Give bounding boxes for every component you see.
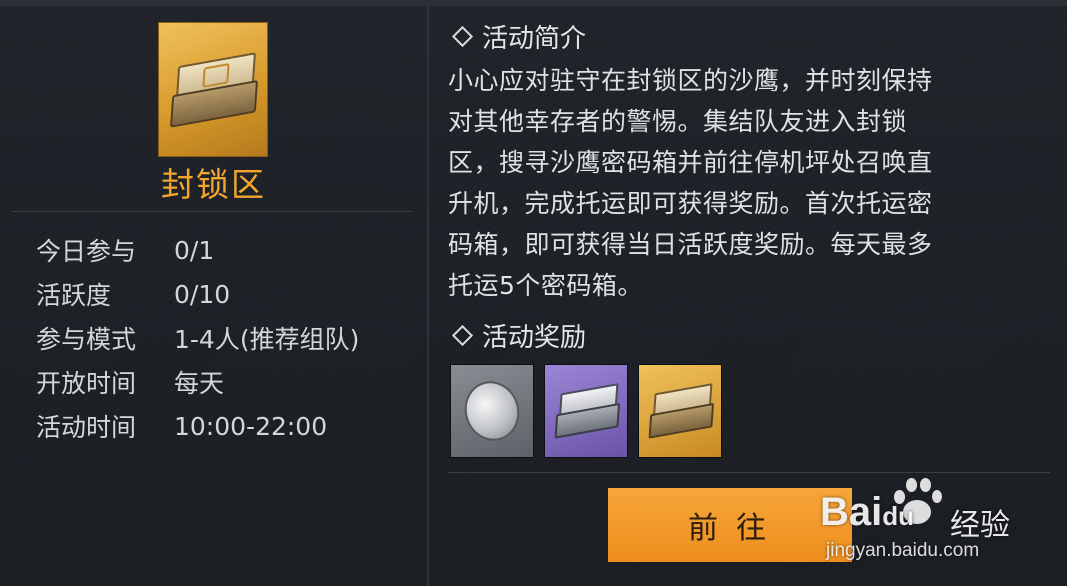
stat-label: 参与模式 <box>36 325 137 354</box>
stat-activity-time: 活动时间 10:00-22:00 <box>36 404 359 448</box>
intro-line: 托运5个密码箱。 <box>448 271 643 300</box>
stat-label: 活动时间 <box>36 413 137 442</box>
stat-activity-points: 活跃度 0/10 <box>36 272 359 316</box>
intro-description: 小心应对驻守在封锁区的沙鹰，并时刻保持 对其他幸存者的警惕。集结队友进入封锁 区… <box>448 60 1048 306</box>
stat-open-time: 开放时间 每天 <box>36 360 359 404</box>
baidu-jingyan-watermark: Baidu 经验 jingyan.baidu.com <box>820 470 1060 580</box>
stat-today-participation: 今日参与 0/1 <box>36 228 359 272</box>
silver-coin-icon <box>457 374 527 448</box>
gold-crate-icon <box>158 22 268 157</box>
intro-title: 活动简介 <box>482 24 587 54</box>
rewards-title: 活动奖励 <box>482 323 587 353</box>
diamond-bullet-icon <box>451 324 474 347</box>
stat-label: 今日参与 <box>36 237 137 266</box>
stat-value: 10:00-22:00 <box>174 411 328 441</box>
stat-value: 1-4人(推荐组队) <box>174 325 360 354</box>
activity-name: 封锁区 <box>161 165 266 204</box>
intro-line: 码箱，即可获得当日活跃度奖励。每天最多 <box>448 230 933 259</box>
activity-stats: 今日参与 0/1 活跃度 0/10 参与模式 1-4人(推荐组队) 开放时间 每… <box>36 228 359 448</box>
divider <box>12 211 412 212</box>
panel-divider <box>427 6 429 586</box>
reward-list <box>450 364 722 458</box>
reward-item[interactable] <box>638 364 722 458</box>
go-button[interactable]: 前往 <box>608 488 852 562</box>
stat-label: 开放时间 <box>36 369 137 398</box>
stat-value: 每天 <box>174 369 225 398</box>
diamond-bullet-icon <box>451 25 474 48</box>
baidu-brand: Baidu <box>820 490 915 534</box>
intro-line: 升机，完成托运即可获得奖励。首次托运密 <box>448 189 933 218</box>
silver-crate-icon <box>554 383 621 439</box>
stat-value: 0/10 <box>174 279 231 309</box>
intro-line: 区，搜寻沙鹰密码箱并前往停机坪处召唤直 <box>448 148 933 177</box>
intro-heading: 活动简介 <box>451 18 587 55</box>
activity-summary-panel: 封锁区 今日参与 0/1 活跃度 0/10 参与模式 1-4人(推荐组队) 开放… <box>0 6 427 586</box>
jingyan-label: 经验 <box>950 508 1010 543</box>
reward-item[interactable] <box>450 364 534 458</box>
stat-label: 活跃度 <box>36 281 112 310</box>
watermark-url: jingyan.baidu.com <box>826 540 980 561</box>
stat-mode: 参与模式 1-4人(推荐组队) <box>36 316 359 360</box>
reward-item[interactable] <box>544 364 628 458</box>
stat-value: 0/1 <box>174 235 215 265</box>
rewards-heading: 活动奖励 <box>451 317 587 354</box>
intro-line: 对其他幸存者的警惕。集结队友进入封锁 <box>448 107 908 136</box>
gold-crate-icon <box>648 383 715 439</box>
intro-line: 小心应对驻守在封锁区的沙鹰，并时刻保持 <box>448 66 933 95</box>
